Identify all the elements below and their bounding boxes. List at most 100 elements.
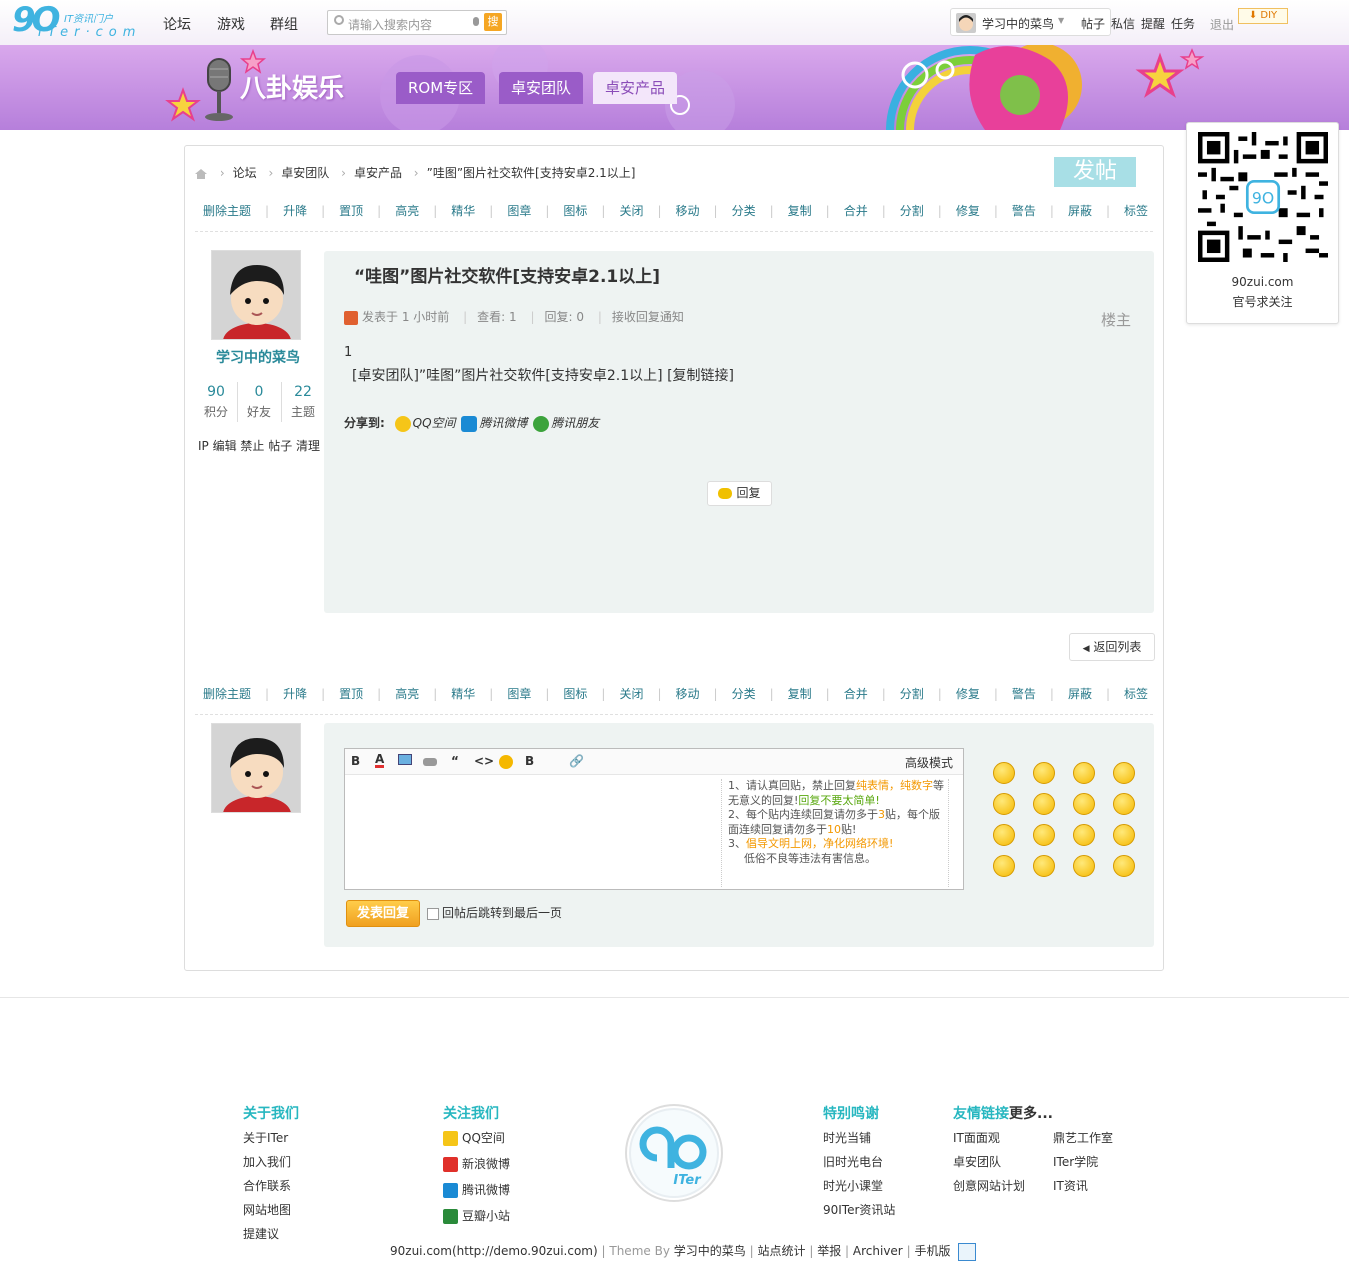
diy-button[interactable]: ⬇ DIY bbox=[1238, 8, 1288, 24]
nav-games[interactable]: 游戏 bbox=[217, 14, 245, 34]
mod-action[interactable]: 标签 bbox=[1124, 202, 1148, 219]
stat-threads[interactable]: 22 主题 bbox=[282, 384, 324, 420]
attachment-icon[interactable]: 🔗 bbox=[569, 754, 584, 768]
footer-link[interactable]: 加入我们 bbox=[243, 1153, 291, 1170]
back-to-list-button[interactable]: ◀ 返回列表 bbox=[1069, 633, 1155, 661]
grin-icon[interactable] bbox=[1073, 762, 1095, 784]
mod-action[interactable]: 移动 bbox=[676, 685, 700, 702]
smiley-icon[interactable] bbox=[993, 762, 1015, 784]
footer-link[interactable]: 时光小课堂 bbox=[823, 1177, 883, 1194]
smile-icon[interactable] bbox=[1073, 793, 1095, 815]
mod-action[interactable]: 复制 bbox=[788, 685, 812, 702]
smiley-icon[interactable] bbox=[499, 755, 513, 769]
mod-action[interactable]: 图章 bbox=[507, 685, 531, 702]
footer-link-douban[interactable]: 豆瓣小站 bbox=[443, 1207, 510, 1224]
mod-action[interactable]: 移动 bbox=[676, 202, 700, 219]
mod-action[interactable]: 图标 bbox=[563, 202, 587, 219]
mod-action[interactable]: 标签 bbox=[1124, 685, 1148, 702]
footer-link[interactable]: 旧时光电台 bbox=[823, 1153, 883, 1170]
breadcrumb-thread[interactable]: ”哇图”图片社交软件[支持安卓2.1以上] bbox=[427, 166, 636, 180]
tab-rom[interactable]: ROM专区 bbox=[396, 72, 486, 104]
link-icon[interactable] bbox=[423, 758, 437, 766]
tab-team[interactable]: 卓安团队 bbox=[499, 72, 584, 104]
mod-action[interactable]: 复制 bbox=[788, 202, 812, 219]
tab-products[interactable]: 卓安产品 bbox=[593, 72, 678, 104]
footer-link[interactable]: 提建议 bbox=[243, 1225, 279, 1242]
mod-action[interactable]: 分割 bbox=[900, 685, 924, 702]
link-posts[interactable]: 帖子 bbox=[1081, 17, 1105, 31]
shock-icon[interactable] bbox=[1033, 855, 1055, 877]
footer-link[interactable]: IT面面观 bbox=[953, 1129, 1000, 1146]
love-icon[interactable] bbox=[1113, 793, 1135, 815]
frown-icon[interactable] bbox=[1033, 762, 1055, 784]
mod-action[interactable]: 升降 bbox=[283, 685, 307, 702]
link-tasks[interactable]: 任务 bbox=[1171, 17, 1195, 31]
footer-link[interactable]: 鼎艺工作室 bbox=[1053, 1129, 1113, 1146]
mod-action[interactable]: 置顶 bbox=[339, 685, 363, 702]
footer-link[interactable]: 卓安团队 bbox=[953, 1153, 1001, 1170]
tencent-weibo-icon[interactable] bbox=[461, 415, 478, 432]
mod-action[interactable]: 警告 bbox=[1012, 685, 1036, 702]
mod-action[interactable]: 修复 bbox=[956, 685, 980, 702]
angry-icon[interactable] bbox=[993, 793, 1015, 815]
site-name[interactable]: 90zui.com bbox=[390, 1244, 452, 1258]
mod-action[interactable]: 合并 bbox=[844, 202, 868, 219]
logout-link[interactable]: 退出 bbox=[1210, 16, 1234, 33]
mod-action[interactable]: 分割 bbox=[900, 202, 924, 219]
checkbox[interactable] bbox=[427, 907, 439, 920]
footer-link[interactable]: ITer学院 bbox=[1053, 1153, 1098, 1170]
advanced-mode-link[interactable]: 高级模式 bbox=[905, 754, 953, 771]
author-name[interactable]: 学习中的菜鸟 bbox=[195, 347, 321, 367]
footer-mobile-link[interactable]: 手机版 bbox=[914, 1244, 950, 1258]
bold-icon[interactable]: B bbox=[351, 754, 360, 768]
confused-icon[interactable] bbox=[1033, 793, 1055, 815]
footer-link[interactable]: 网站地图 bbox=[243, 1201, 291, 1218]
mod-action[interactable]: 屏蔽 bbox=[1068, 685, 1092, 702]
mod-action[interactable]: 升降 bbox=[283, 202, 307, 219]
stat-friends[interactable]: 0 好友 bbox=[238, 384, 280, 420]
wink-icon[interactable] bbox=[993, 855, 1015, 877]
mod-action[interactable]: 精华 bbox=[451, 685, 475, 702]
bold-icon[interactable]: B bbox=[525, 754, 534, 768]
clover-icon[interactable] bbox=[533, 415, 550, 432]
font-color-icon[interactable]: A bbox=[375, 753, 385, 768]
footer-link[interactable]: IT资讯 bbox=[1053, 1177, 1088, 1194]
theme-author[interactable]: 学习中的菜鸟 bbox=[674, 1244, 746, 1258]
site-logo[interactable]: 9O IT资讯门户 ITer·com bbox=[12, 0, 135, 42]
nav-groups[interactable]: 群组 bbox=[270, 14, 298, 34]
new-post-button[interactable]: 发帖 bbox=[1054, 157, 1136, 187]
footer-link-qzone[interactable]: QQ空间 bbox=[443, 1129, 505, 1146]
stat-points[interactable]: 90 积分 bbox=[195, 384, 237, 420]
sweat-icon[interactable] bbox=[1073, 855, 1095, 877]
mod-action[interactable]: 修复 bbox=[956, 202, 980, 219]
shy-icon[interactable] bbox=[993, 824, 1015, 846]
footer-archiver-link[interactable]: Archiver bbox=[853, 1244, 903, 1258]
footer-link[interactable]: 90ITer资讯站 bbox=[823, 1201, 895, 1218]
mod-action[interactable]: 屏蔽 bbox=[1068, 202, 1092, 219]
image-icon[interactable] bbox=[398, 754, 412, 765]
quote-icon[interactable]: “ bbox=[451, 754, 459, 768]
footer-more-link[interactable]: 更多... bbox=[1009, 1106, 1053, 1122]
breadcrumb-team[interactable]: 卓安团队 bbox=[281, 166, 329, 180]
qzone-icon[interactable] bbox=[394, 415, 411, 432]
admin-links[interactable]: IP 编辑 禁止 帖子 清理 bbox=[198, 437, 320, 454]
home-icon[interactable] bbox=[194, 168, 208, 180]
mod-action[interactable]: 分类 bbox=[732, 202, 756, 219]
mod-action[interactable]: 高亮 bbox=[395, 685, 419, 702]
footer-link[interactable]: 时光当铺 bbox=[823, 1129, 871, 1146]
notify-link[interactable]: 接收回复通知 bbox=[612, 310, 684, 324]
footer-link[interactable]: 关于ITer bbox=[243, 1129, 288, 1146]
mod-action[interactable]: 高亮 bbox=[395, 202, 419, 219]
mod-action[interactable]: 置顶 bbox=[339, 202, 363, 219]
big-grin-icon[interactable] bbox=[1113, 824, 1135, 846]
reply-button[interactable]: 回复 bbox=[707, 481, 772, 506]
tongue-icon[interactable] bbox=[1033, 824, 1055, 846]
search-input[interactable]: 请输入搜索内容 bbox=[348, 16, 432, 33]
mod-action[interactable]: 精华 bbox=[451, 202, 475, 219]
share-tweibo[interactable]: 腾讯微博 bbox=[479, 416, 527, 430]
footer-stats-link[interactable]: 站点统计 bbox=[757, 1244, 805, 1258]
code-icon[interactable]: <> bbox=[474, 754, 494, 768]
breadcrumb-forum[interactable]: 论坛 bbox=[233, 166, 257, 180]
footer-link[interactable]: 创意网站计划 bbox=[953, 1177, 1025, 1194]
mod-action[interactable]: 关闭 bbox=[619, 685, 643, 702]
